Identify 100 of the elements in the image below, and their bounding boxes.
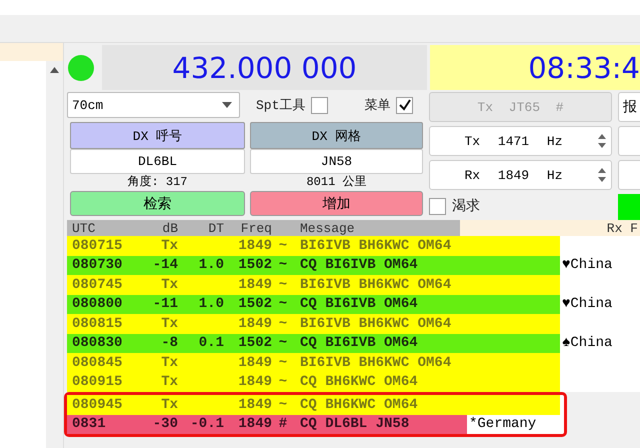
rx-frequency-spinbox[interactable]: Rx 1849 Hz	[429, 160, 612, 190]
utc-cell-text: 080715	[72, 238, 124, 254]
freq-cell-text: 1502	[237, 296, 272, 312]
dt-cell: -0.1	[190, 416, 224, 432]
message-cell: BI6IVB BH6KWC OM64	[300, 276, 452, 293]
panel-header	[0, 43, 63, 61]
eager-label: 渴求	[452, 197, 480, 215]
db-cell-text: -30	[152, 416, 178, 432]
column-header: UTC	[71, 220, 96, 236]
country-cell-text: ♥China	[562, 295, 612, 314]
mode-cell-text: ~	[278, 354, 288, 371]
azimuth-text: 角度: 317	[126, 174, 188, 191]
utc-cell-text: 080830	[72, 335, 124, 352]
spt-tools-checkbox[interactable]	[311, 96, 328, 114]
caret-icon	[222, 102, 232, 108]
decode-row[interactable]: 080915 Tx 1849 ~ CQ BH6KWC OM64	[67, 372, 560, 392]
dt-cell: 1.0	[198, 257, 224, 274]
message-cell: BI6IVB BH6KWC OM64	[300, 238, 452, 254]
mode-cell-text: ~	[278, 396, 288, 413]
db-cell-text: -11	[152, 296, 178, 312]
message-cell: CQ BI6IVB OM64	[300, 257, 418, 274]
mode-cell-text: ~	[278, 276, 288, 293]
report-button[interactable]: 报	[618, 92, 640, 122]
decode-row[interactable]: 080945 Tx 1849 ~ CQ BH6KWC OM64	[67, 395, 560, 414]
menu-label: 菜单	[364, 97, 390, 114]
db-cell-text: Tx	[160, 374, 178, 390]
decode-row[interactable]: 080730 -14 1.0 1502 ~ CQ BI6IVB OM64	[67, 256, 560, 275]
lookup-button[interactable]: 检索	[70, 191, 245, 216]
db-cell-text: Tx	[160, 238, 178, 254]
decode-row[interactable]: 080845 Tx 1849 ~ BI6IVB BH6KWC OM64	[67, 353, 560, 372]
db-cell-text: Tx	[160, 354, 178, 371]
spt-tools-label: Spt工具	[256, 97, 306, 114]
spin-arrows-icon	[597, 166, 607, 184]
utc-cell-text: 080730	[72, 257, 124, 274]
utc-cell-text: 080800	[72, 296, 124, 312]
message-cell: CQ BH6KWC OM64	[300, 396, 418, 413]
scroll-up-icon[interactable]	[50, 67, 59, 73]
utc-cell-text: 0831	[72, 416, 107, 432]
db-cell-text: -8	[160, 335, 178, 352]
message-cell: CQ BI6IVB OM64	[300, 296, 418, 312]
column-header: Freq	[240, 220, 272, 236]
decode-row[interactable]: 080830 -8 0.1 1502 ~ CQ BI6IVB OM64	[67, 334, 560, 353]
frequency-display: 432.000 000	[102, 45, 427, 90]
mode-cell-text: ~	[278, 257, 288, 274]
spin-arrows-icon	[597, 132, 607, 150]
dx-grid-button[interactable]: DX 网格	[250, 122, 423, 149]
menu-checkbox[interactable]	[396, 96, 414, 114]
mode-cell-text: ~	[278, 335, 288, 352]
db-cell-text: Tx	[160, 316, 178, 332]
freq-cell-text: 1502	[237, 335, 272, 352]
side-panel-button[interactable]	[618, 126, 640, 156]
decode-row[interactable]: 080745 Tx 1849 ~ BI6IVB BH6KWC OM64	[67, 275, 560, 294]
decode-row[interactable]: 080800 -11 1.0 1502 ~ CQ BI6IVB OM64	[67, 294, 560, 314]
utc-cell-text: 080745	[72, 276, 124, 293]
db-cell-text: -14	[152, 257, 178, 274]
decode-row[interactable]: 080715 Tx 1849 ~ BI6IVB BH6KWC OM64	[67, 236, 560, 256]
dx-grid-field[interactable]: JN58	[250, 149, 423, 174]
message-cell: CQ BI6IVB OM64	[300, 335, 418, 352]
freq-cell-text: 1849	[237, 276, 272, 293]
utc-cell-text: 080845	[72, 354, 124, 371]
country-cell-text: ♠China	[562, 334, 612, 353]
message-cell: CQ BH6KWC OM64	[300, 374, 418, 390]
column-header: DT	[207, 220, 224, 236]
freq-cell-text: 1849	[237, 416, 272, 432]
db-cell-text: Tx	[160, 276, 178, 293]
freq-cell-text: 1849	[237, 396, 272, 413]
side-panel-button[interactable]	[618, 160, 640, 190]
dt-cell: 1.0	[198, 296, 224, 312]
distance-text: 8011 公里	[305, 174, 368, 191]
db-cell-text: Tx	[160, 396, 178, 413]
scrollbar[interactable]	[46, 61, 63, 448]
message-cell: CQ DL6BL JN58	[300, 416, 410, 432]
dx-call-button[interactable]: DX 呼号	[70, 122, 245, 149]
eager-checkbox[interactable]	[429, 198, 446, 214]
mode-cell-text: ~	[278, 316, 288, 332]
dx-call-field[interactable]: DL6BL	[70, 149, 245, 174]
add-button[interactable]: 增加	[250, 191, 423, 216]
freq-cell-text: 1849	[237, 374, 272, 390]
tx-frequency-spinbox[interactable]: Tx 1471 Hz	[429, 126, 612, 156]
decode-row[interactable]: 080815 Tx 1849 ~ BI6IVB BH6KWC OM64	[67, 314, 560, 334]
mode-cell-text: ~	[278, 296, 288, 312]
mode-cell-text: ~	[278, 238, 288, 254]
utc-cell-text: 080815	[72, 316, 124, 332]
message-cell: BI6IVB BH6KWC OM64	[300, 354, 452, 371]
freq-cell-text: 1849	[237, 354, 272, 371]
freq-cell-text: 1502	[237, 257, 272, 274]
clock-display: 08:33:4	[430, 45, 640, 90]
freq-cell-text: 1849	[237, 238, 272, 254]
mode-cell-text: #	[278, 416, 288, 432]
column-header: dB	[161, 220, 178, 236]
utc-cell-text: 080945	[72, 396, 124, 413]
column-header: Message	[299, 220, 352, 236]
checkmark-icon	[398, 99, 411, 111]
band-dropdown[interactable]: 70cm	[67, 92, 240, 118]
decode-row[interactable]: 0831 -30 -0.1 1849 # CQ DL6BL JN58	[67, 414, 467, 434]
freq-cell-text: 1849	[237, 316, 272, 332]
country-cell-text: ♥China	[562, 256, 612, 275]
mode-cell-text: ~	[278, 374, 288, 390]
country-cell-text: *Germany	[469, 415, 536, 434]
message-cell: BI6IVB BH6KWC OM64	[300, 316, 452, 332]
